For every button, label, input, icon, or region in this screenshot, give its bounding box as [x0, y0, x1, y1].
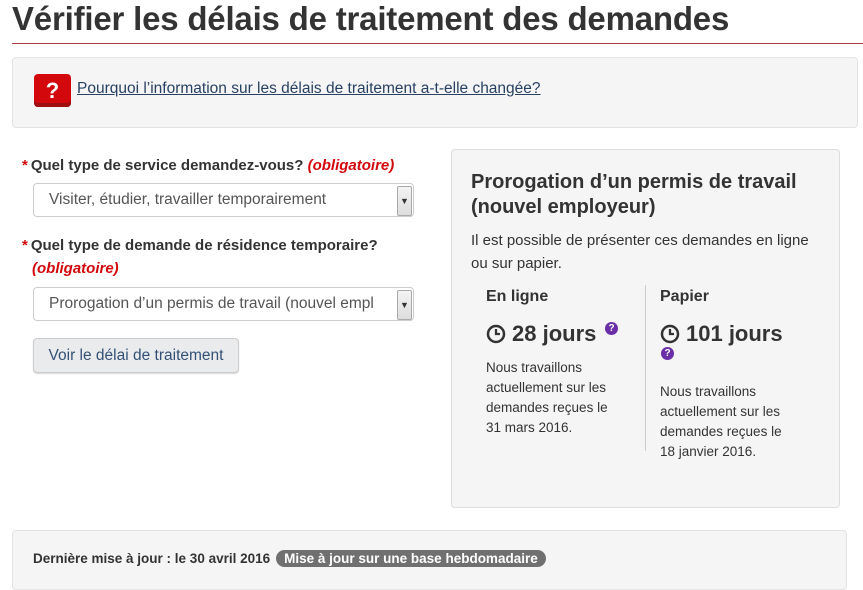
required-marker: * — [22, 157, 28, 174]
processing-times-change-link[interactable]: Pourquoi l’information sur les délais de… — [77, 80, 541, 98]
required-note: (obligatoire) — [307, 157, 395, 174]
view-processing-time-button[interactable]: Voir le délai de traitement — [33, 338, 239, 373]
title-divider — [12, 43, 863, 44]
help-icon[interactable]: ? — [605, 322, 618, 335]
online-heading: En ligne — [486, 288, 549, 305]
paper-note: Nous travaillons actuellement sur les de… — [660, 384, 782, 459]
info-well: ? Pourquoi l’information sur les délais … — [12, 57, 858, 128]
paper-days: 101 jours — [660, 321, 783, 347]
residence-type-value: Prorogation d’un permis de travail (nouv… — [49, 295, 374, 312]
last-updated-text: Dernière mise à jour : le 30 avril 2016 — [33, 551, 271, 566]
residence-type-select[interactable]: Prorogation d’un permis de travail (nouv… — [33, 287, 414, 321]
question-icon: ? — [34, 74, 71, 107]
residence-type-label: * Quel type de demande de résidence tempo… — [22, 234, 422, 280]
clock-icon — [660, 324, 680, 344]
online-days: 28 jours — [486, 321, 596, 347]
online-days-value: 28 jours — [512, 321, 597, 346]
service-type-value: Visiter, étudier, travailler temporairem… — [49, 191, 327, 208]
required-note: (obligatoire) — [32, 260, 119, 277]
chevron-down-icon: ▼ — [397, 186, 412, 216]
chevron-down-icon: ▼ — [397, 290, 412, 320]
page-title: Vérifier les délais de traitement des de… — [12, 0, 730, 37]
update-frequency-badge: Mise à jour sur une base hebdomadaire — [276, 550, 546, 567]
result-panel: Prorogation d’un permis de travail (nouv… — [451, 149, 840, 508]
result-intro: Il est possible de présenter ces demande… — [471, 232, 809, 272]
service-type-select[interactable]: Visiter, étudier, travailler temporairem… — [33, 183, 414, 217]
service-type-label-text: Quel type de service demandez-vous? — [30, 157, 304, 174]
residence-type-label-text: Quel type de demande de résidence tempor… — [30, 237, 378, 254]
paper-days-value: 101 jours — [686, 321, 783, 346]
result-title: Prorogation d’un permis de travail (nouv… — [471, 171, 797, 218]
help-icon[interactable]: ? — [661, 347, 674, 360]
required-marker: * — [22, 237, 28, 254]
column-divider — [645, 285, 646, 451]
paper-heading: Papier — [660, 288, 709, 305]
online-note: Nous travaillons actuellement sur les de… — [486, 360, 608, 435]
clock-icon — [486, 324, 506, 344]
footer-well: Dernière mise à jour : le 30 avril 2016 … — [12, 530, 847, 590]
service-type-label: * Quel type de service demandez-vous? (ob… — [22, 154, 394, 177]
last-updated: Dernière mise à jour : le 30 avril 2016 … — [33, 550, 546, 567]
